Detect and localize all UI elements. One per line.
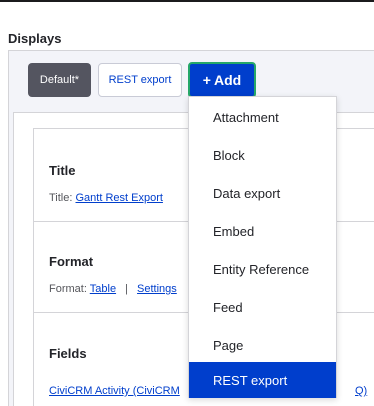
title-setting: Title: Gantt Rest Export: [49, 192, 163, 204]
menu-item-entity-reference[interactable]: Entity Reference: [189, 250, 336, 288]
menu-item-attachment[interactable]: Attachment: [189, 98, 336, 136]
field-item-end: Q): [355, 385, 367, 397]
title-section-heading: Title: [49, 163, 76, 178]
title-link[interactable]: Gantt Rest Export: [76, 192, 163, 204]
format-settings-link[interactable]: Settings: [137, 283, 177, 295]
format-separator: |: [125, 283, 128, 295]
displays-heading: Displays: [8, 31, 62, 46]
tab-rest-export[interactable]: REST export: [98, 63, 182, 97]
format-section-heading: Format: [49, 254, 94, 269]
plus-icon: +: [202, 72, 211, 88]
format-table-link[interactable]: Table: [90, 283, 116, 295]
field-item: CiviCRM Activity (CiviCRM: [49, 385, 180, 397]
top-divider: [0, 0, 374, 2]
title-setting-label: Title:: [49, 192, 73, 204]
menu-item-rest-export[interactable]: REST export: [189, 362, 336, 398]
menu-item-block[interactable]: Block: [189, 136, 336, 174]
format-setting: Format: Table | Settings: [49, 283, 177, 295]
menu-item-embed[interactable]: Embed: [189, 212, 336, 250]
field-link[interactable]: CiviCRM Activity (CiviCRM: [49, 385, 180, 397]
menu-item-data-export[interactable]: Data export: [189, 174, 336, 212]
add-display-menu: Attachment Block Data export Embed Entit…: [188, 96, 337, 398]
tab-default[interactable]: Default*: [28, 63, 91, 97]
field-link-end[interactable]: Q): [355, 385, 367, 397]
menu-item-feed[interactable]: Feed: [189, 288, 336, 326]
menu-item-page[interactable]: Page: [189, 326, 336, 364]
add-display-label: Add: [213, 72, 242, 88]
fields-section-heading: Fields: [49, 346, 87, 361]
format-setting-label: Format:: [49, 283, 87, 295]
add-display-button[interactable]: + Add: [188, 62, 256, 98]
